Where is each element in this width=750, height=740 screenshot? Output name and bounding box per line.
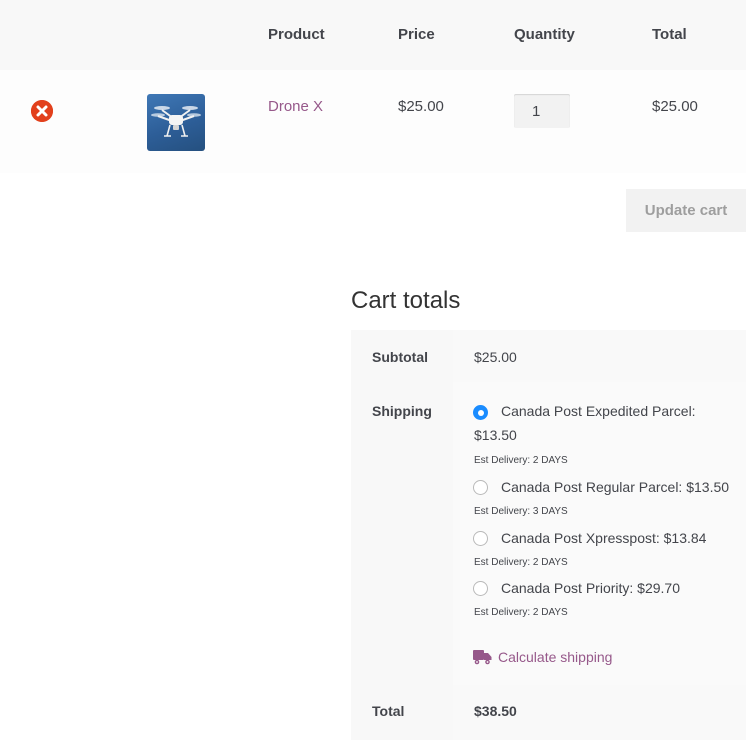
shipping-radio-xpresspost[interactable] (473, 531, 488, 546)
shipping-option-expedited-label[interactable]: Canada Post Expedited Parcel: (501, 399, 696, 423)
table-row (0, 70, 746, 173)
header-total: Total (652, 26, 687, 43)
product-total: $25.00 (652, 98, 698, 115)
total-label: Total (372, 703, 405, 719)
total-value: $38.50 (474, 703, 517, 719)
quantity-input[interactable] (514, 94, 570, 128)
drone-thumbnail[interactable] (147, 94, 205, 151)
cart-page: Product Price Quantity Total Drone X $25… (0, 0, 750, 740)
cart-table-header (0, 0, 746, 70)
shipping-option-xpresspost-label[interactable]: Canada Post Xpresspost: $13.84 (501, 526, 706, 550)
product-link-drone-x[interactable]: Drone X (268, 98, 323, 115)
update-cart-button[interactable]: Update cart (626, 189, 746, 232)
shipping-option-regular-est: Est Delivery: 3 DAYS (474, 506, 568, 517)
shipping-radio-priority[interactable] (473, 581, 488, 596)
calculate-shipping-link[interactable]: Calculate shipping (473, 647, 612, 667)
shipping-radio-expedited[interactable] (473, 405, 488, 420)
product-price: $25.00 (398, 98, 444, 115)
subtotal-label: Subtotal (372, 349, 428, 365)
shipping-option-expedited-price[interactable]: $13.50 (474, 423, 517, 447)
remove-icon[interactable] (31, 100, 53, 122)
cart-totals-title: Cart totals (351, 287, 461, 314)
shipping-option-expedited-est: Est Delivery: 2 DAYS (474, 455, 568, 466)
totals-label-column (351, 330, 453, 740)
header-price: Price (398, 26, 435, 43)
subtotal-value: $25.00 (474, 349, 517, 365)
shipping-option-priority-label[interactable]: Canada Post Priority: $29.70 (501, 576, 680, 600)
truck-icon (473, 650, 492, 665)
calculate-shipping-label[interactable]: Calculate shipping (498, 649, 612, 665)
shipping-option-xpresspost-est: Est Delivery: 2 DAYS (474, 557, 568, 568)
shipping-option-priority-est: Est Delivery: 2 DAYS (474, 607, 568, 618)
shipping-label: Shipping (372, 403, 432, 419)
header-quantity: Quantity (514, 26, 575, 43)
shipping-option-regular-label[interactable]: Canada Post Regular Parcel: $13.50 (501, 475, 729, 499)
shipping-radio-regular[interactable] (473, 480, 488, 495)
header-product: Product (268, 26, 325, 43)
